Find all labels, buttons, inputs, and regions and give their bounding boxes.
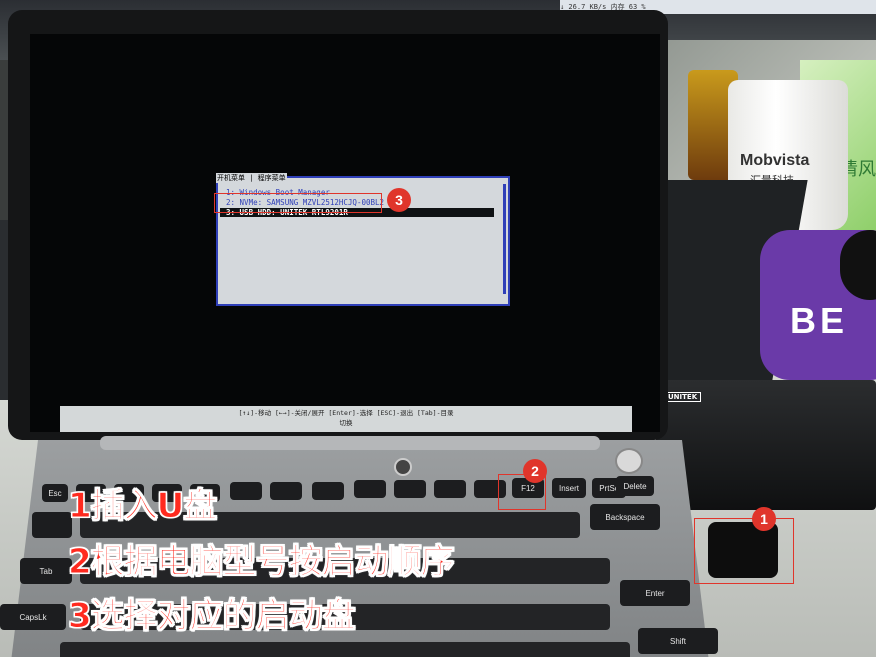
power-button[interactable] bbox=[615, 448, 643, 474]
mousepad-text: BE bbox=[790, 300, 849, 341]
photo-scene: ↓ 26.7 KB/s 内存 63 % 清风 Mobvista 汇量科技 BE … bbox=[0, 0, 876, 657]
laptop-hinge bbox=[100, 436, 600, 450]
key-row-zxcv bbox=[60, 642, 630, 657]
key-backspace[interactable]: Backspace bbox=[590, 504, 660, 530]
boot-hint-line-2: 切换 bbox=[339, 419, 353, 427]
key-enter[interactable]: Enter bbox=[620, 580, 690, 606]
boot-hint-bar: [↑↓]-移动 [←→]-关闭/展开 [Enter]-选择 [ESC]-退出 [… bbox=[60, 406, 632, 432]
marker-2: 2 bbox=[523, 459, 547, 483]
key-tab[interactable]: Tab bbox=[20, 558, 72, 584]
highlight-usb-boot-box bbox=[214, 193, 382, 213]
key-f10[interactable] bbox=[434, 480, 466, 498]
key-shift[interactable]: Shift bbox=[638, 628, 718, 654]
laptop-screen: 开机菜单 | 程序菜单 1: Windows Boot Manager 2: N… bbox=[30, 34, 660, 432]
key-insert[interactable]: Insert bbox=[552, 478, 586, 498]
dock-brand-label: UNITEK bbox=[664, 392, 702, 402]
key-capslock[interactable]: CapsLk bbox=[0, 604, 66, 630]
boot-menu-scrollbar bbox=[503, 184, 506, 294]
caption-step-1: 1插入U盘 bbox=[67, 486, 217, 527]
marker-3: 3 bbox=[387, 188, 411, 212]
caption-step-3: 3选择对应的启动盘 bbox=[68, 596, 357, 637]
boot-menu-title: 开机菜单 | 程序菜单 bbox=[216, 173, 287, 183]
key-tilde[interactable] bbox=[32, 512, 72, 538]
marker-1: 1 bbox=[752, 507, 776, 531]
key-esc[interactable]: Esc bbox=[42, 484, 68, 502]
key-f6[interactable] bbox=[270, 482, 302, 500]
key-f5[interactable] bbox=[230, 482, 262, 500]
key-delete[interactable]: Delete bbox=[616, 476, 654, 496]
boot-hint-text: [↑↓]-移动 [←→]-关闭/展开 [Enter]-选择 [ESC]-退出 [… bbox=[60, 408, 632, 428]
highlight-usb-plug-box bbox=[694, 518, 794, 584]
boot-hint-line-1: [↑↓]-移动 [←→]-关闭/展开 [Enter]-选择 [ESC]-退出 [… bbox=[238, 409, 454, 417]
key-f9[interactable] bbox=[394, 480, 426, 498]
cup-brand-text: Mobvista bbox=[740, 152, 810, 169]
caption-step-2: 2根据电脑型号按启动顺序 bbox=[68, 542, 456, 583]
key-f7[interactable] bbox=[312, 482, 344, 500]
laptop-lid: 开机菜单 | 程序菜单 1: Windows Boot Manager 2: N… bbox=[8, 10, 668, 440]
key-f8[interactable] bbox=[354, 480, 386, 498]
